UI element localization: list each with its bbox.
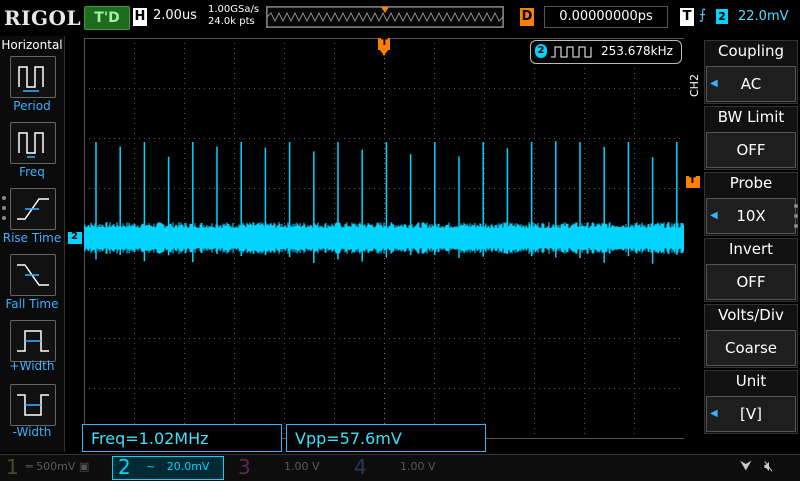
timebase-value[interactable]: 2.00us [153, 8, 197, 23]
ch2-waveform [84, 141, 684, 264]
negative-width-label: -Width [12, 425, 52, 439]
memory-depth: 24.0k pts [208, 16, 255, 27]
ch2-scale-value: 20.0mV [166, 460, 210, 473]
unit-arrow-icon: ◀ [710, 408, 718, 419]
trigger-level-value[interactable]: 22.0mV [738, 9, 789, 24]
ch4-scale-value: 1.00 V [400, 460, 436, 473]
period-icon [18, 66, 44, 92]
rise-time-button[interactable] [10, 188, 56, 230]
ac-coupling-icon: ~ [146, 460, 156, 473]
ch1-bandwidth-icon: ▣ [78, 460, 90, 473]
freq-measurement-result: Freq=1.02MHz [82, 424, 282, 452]
sample-rate: 1.00GSa/s [208, 4, 260, 15]
trigger-position-marker[interactable]: T [378, 37, 390, 56]
trigger-level-marker[interactable]: T [686, 175, 700, 188]
bw-limit-title: BW Limit [717, 108, 785, 126]
frequency-counter: 2 253.678kHz [530, 40, 682, 64]
ch3-number[interactable]: 3 [238, 455, 251, 479]
ch3-scale-value: 1.00 V [284, 460, 320, 473]
rise-time-icon [17, 198, 49, 220]
ch2-offset-marker[interactable]: 2 [68, 231, 82, 244]
ch1-scale-value: 500mV [36, 460, 76, 473]
dc-coupling-icon: ═ [26, 460, 33, 473]
fall-time-button[interactable] [10, 254, 56, 296]
positive-width-label: +Width [9, 359, 55, 373]
coupling-title: Coupling [717, 42, 785, 60]
coupling-arrow-icon: ◀ [710, 78, 718, 89]
ch2-menu-tag: CH2 [688, 74, 701, 98]
period-label: Period [13, 99, 51, 113]
volts-div-value[interactable]: Coarse [706, 330, 796, 366]
memory-overview-trace [267, 11, 503, 23]
horizontal-label: H [133, 8, 147, 26]
probe-title: Probe [729, 174, 773, 192]
freq-counter-channel: 2 [535, 44, 547, 58]
unit-title: Unit [735, 372, 767, 390]
trigger-status-badge: T'D [84, 6, 130, 30]
left-panel-title: Horizontal [1, 38, 63, 52]
delay-value[interactable]: 0.00000000ps [544, 6, 668, 28]
positive-width-button[interactable] [10, 320, 56, 362]
frequency-icon [18, 132, 44, 158]
period-button[interactable] [10, 56, 56, 98]
freq-button[interactable] [10, 122, 56, 164]
ch2-noise-band [84, 221, 684, 255]
trigger-source-badge: 2 [716, 9, 728, 24]
right-scroll-indicator [794, 204, 798, 234]
coupling-value[interactable]: AC [706, 66, 796, 102]
memory-waveform-overview [266, 6, 504, 28]
ch2-offset-marker-text: 2 [71, 231, 78, 242]
rising-edge-icon: ⨍ [699, 7, 707, 23]
invert-title: Invert [728, 240, 774, 258]
rise-time-label: Rise Time [2, 231, 62, 245]
delay-label: D [520, 8, 534, 26]
ch4-number[interactable]: 4 [354, 455, 367, 479]
negative-width-icon [17, 394, 49, 416]
fall-time-icon [17, 264, 49, 286]
fall-time-label: Fall Time [5, 297, 59, 311]
trigger-level-marker-text: T [689, 175, 696, 186]
acquisition-info: 1.00GSa/s 24.0k pts [208, 4, 259, 28]
left-scroll-indicator [2, 196, 6, 226]
probe-value[interactable]: 10X [706, 198, 796, 234]
usb-icon: ⮟ [740, 458, 752, 474]
bw-limit-value[interactable]: OFF [706, 132, 796, 168]
memory-trigger-marker [381, 7, 389, 13]
rigol-logo: RIGOL [4, 6, 82, 30]
positive-width-icon [17, 330, 49, 352]
volts-div-title: Volts/Div [718, 306, 784, 324]
square-wave-icon [551, 46, 592, 58]
probe-arrow-icon: ◀ [710, 210, 718, 221]
trigger-position-text: T [381, 37, 388, 48]
ch1-number[interactable]: 1 [6, 455, 19, 479]
ch2-scale: ~ 20.0mV [146, 460, 209, 473]
vpp-measurement-result: Vpp=57.6mV [286, 424, 486, 452]
negative-width-button[interactable] [10, 384, 56, 426]
ch1-scale: ═ 500mV ▣ [26, 460, 89, 473]
sound-mute-icon[interactable]: 🔇︎ [764, 457, 773, 475]
trigger-label: T [680, 8, 694, 26]
ch2-number: 2 [118, 455, 131, 479]
memory-overview-waveform [267, 7, 503, 27]
freq-label: Freq [19, 165, 45, 179]
invert-value[interactable]: OFF [706, 264, 796, 300]
waveform-display[interactable] [84, 38, 684, 450]
unit-value[interactable]: [V] [706, 396, 796, 432]
freq-counter-value: 253.678kHz [601, 44, 673, 58]
